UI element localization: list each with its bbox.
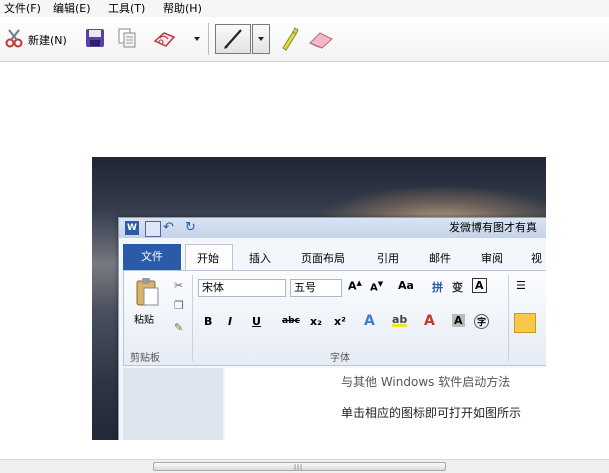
highlight-button[interactable]: ab <box>392 313 408 327</box>
superscript-button[interactable]: x² <box>334 315 346 328</box>
highlighter-button[interactable] <box>278 26 300 52</box>
phonetic-guide-button[interactable]: 拼 <box>432 279 443 295</box>
menu-file[interactable]: 文件(F) <box>4 0 41 17</box>
menu-help[interactable]: 帮助(H) <box>163 0 202 17</box>
undo-icon[interactable]: ↶ <box>163 221 177 235</box>
new-button-label: 新建(N) <box>28 34 67 47</box>
eraser-button[interactable] <box>306 27 336 51</box>
shrink-font-button[interactable]: A▼ <box>370 280 383 293</box>
save-button[interactable] <box>84 27 106 49</box>
bold-button[interactable]: B <box>204 315 212 328</box>
italic-button[interactable]: I <box>228 315 232 328</box>
eraser-icon <box>309 32 333 49</box>
tab-insert[interactable]: 插入 <box>249 250 271 266</box>
tab-view[interactable]: 视 <box>531 250 542 266</box>
strikethrough-button[interactable]: abc <box>282 316 300 326</box>
underline-button[interactable]: U <box>252 315 261 328</box>
char-border-a-button[interactable]: A <box>472 278 487 293</box>
send-dropdown-arrow[interactable] <box>194 37 200 41</box>
highlighter-icon <box>282 27 299 51</box>
paste-label: 粘贴 <box>134 315 154 326</box>
menu-tools[interactable]: 工具(T) <box>108 0 145 17</box>
copy-icon <box>118 28 136 48</box>
align-left-button[interactable] <box>514 313 536 333</box>
bullets-button[interactable]: ☰ <box>516 279 526 292</box>
copy-button[interactable] <box>116 27 138 49</box>
document-left-margin <box>123 368 223 440</box>
font-size-select[interactable]: 五号 <box>290 279 342 297</box>
toolbar-separator <box>208 23 209 55</box>
word-title: 发微博有图才有真 <box>449 221 537 234</box>
tab-references[interactable]: 引用 <box>377 250 399 266</box>
save-icon[interactable] <box>145 221 161 237</box>
chevron-down-icon <box>258 37 264 41</box>
char-border-button[interactable]: 变 <box>452 279 463 295</box>
ribbon-tabs: 开始 插入 页面布局 引用 邮件 审阅 视 <box>119 244 546 270</box>
tab-review[interactable]: 审阅 <box>481 250 503 266</box>
word-window: W ↶ ↻ 发微博有图才有真 文件 开始 插入 页面布局 引用 邮件 审阅 视 <box>118 217 546 440</box>
change-case-button[interactable]: Aa <box>398 279 414 292</box>
send-icon <box>153 32 176 47</box>
send-button[interactable] <box>152 27 200 49</box>
font-name-select[interactable]: 宋体 <box>198 279 286 297</box>
ribbon-body: 粘贴 ✂ ❐ ✎ 剪贴板 宋体 五号 A▲ A▼ Aa 拼 变 A B I U … <box>123 270 546 366</box>
font-group-label: 字体 <box>330 353 350 364</box>
paste-icon <box>136 278 159 306</box>
document-text-line: 与其他 Windows 软件启动方法 <box>341 375 511 389</box>
enclose-char-button[interactable]: 字 <box>474 314 490 329</box>
captured-screenshot: W ↶ ↻ 发微博有图才有真 文件 开始 插入 页面布局 引用 邮件 审阅 视 <box>92 157 546 440</box>
menu-edit[interactable]: 编辑(E) <box>53 0 91 17</box>
paste-button[interactable] <box>134 277 160 307</box>
group-divider <box>508 275 509 361</box>
char-shading-button[interactable]: A <box>452 314 465 327</box>
pen-button[interactable] <box>215 24 251 54</box>
scrollbar-thumb[interactable]: ||| <box>153 462 446 471</box>
grow-font-button[interactable]: A▲ <box>348 279 362 293</box>
font-color-button[interactable]: A <box>424 313 435 329</box>
pen-dropdown-button[interactable] <box>252 24 270 54</box>
copy-icon[interactable]: ❐ <box>174 299 184 312</box>
tab-home[interactable]: 开始 <box>197 250 219 266</box>
save-icon <box>86 29 104 47</box>
toolbar: 新建(N) <box>0 17 609 62</box>
group-divider <box>192 275 193 361</box>
menu-bar: 文件(F) 编辑(E) 工具(T) 帮助(H) <box>0 0 609 17</box>
document-text-line: 单击相应的图标即可打开如图所示 <box>341 406 522 420</box>
redo-icon[interactable]: ↻ <box>185 221 199 235</box>
subscript-button[interactable]: x₂ <box>310 315 322 328</box>
scissors-icon <box>5 29 23 48</box>
text-effects-button[interactable]: A <box>364 313 375 329</box>
cut-icon[interactable]: ✂ <box>174 279 183 292</box>
new-button[interactable]: 新建(N) <box>4 27 76 51</box>
word-title-bar: W ↶ ↻ 发微博有图才有真 <box>119 218 546 238</box>
grip-icon: ||| <box>294 464 304 471</box>
format-painter-icon[interactable]: ✎ <box>174 321 183 334</box>
tab-page-layout[interactable]: 页面布局 <box>301 250 345 266</box>
horizontal-scrollbar[interactable]: ||| <box>0 459 609 473</box>
tab-mailings[interactable]: 邮件 <box>429 250 451 266</box>
pen-icon <box>224 29 242 49</box>
clipboard-group-label: 剪贴板 <box>130 353 160 364</box>
word-app-icon: W <box>125 221 139 235</box>
